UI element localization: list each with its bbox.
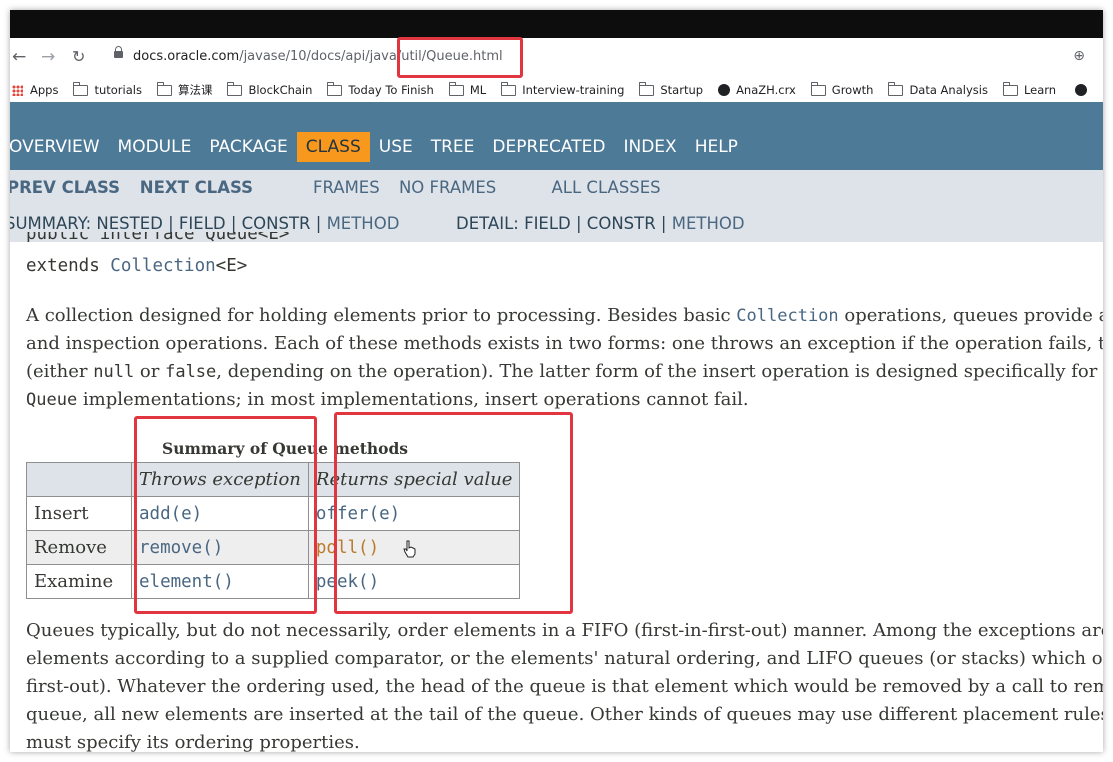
ordering-line: Queues typically, but do not necessarily… <box>26 620 1103 641</box>
throws-column-highlight-box <box>134 416 317 614</box>
bookmark-data-analysis[interactable]: Data Analysis <box>888 81 988 97</box>
folder-icon <box>448 81 464 96</box>
nav-index[interactable]: INDEX <box>614 132 685 162</box>
folder-icon <box>501 81 517 96</box>
nav-module[interactable]: MODULE <box>109 132 201 162</box>
summary-label: SUMMARY: NESTED | FIELD | CONSTR | <box>10 214 327 233</box>
intro-paragraph: A collection designed for holding elemen… <box>26 302 1103 414</box>
window-top-bar <box>10 10 1103 38</box>
bookmark-label: BlockChain <box>248 83 313 97</box>
bookmark-label: AnaZH.crx <box>736 83 796 97</box>
bookmark-blockchain[interactable]: BlockChain <box>227 81 313 97</box>
folder-icon <box>73 81 89 96</box>
all-classes-link[interactable]: ALL CLASSES <box>552 178 661 197</box>
nav-class[interactable]: CLASS <box>296 132 370 162</box>
javadoc-top-nav: OVERVIEW MODULE PACKAGE CLASS USE TREE D… <box>10 102 1103 180</box>
bookmark-apps[interactable]: Apps <box>12 83 58 97</box>
detail-label: DETAIL: FIELD | CONSTR | <box>456 214 672 233</box>
bookmark-label: Apps <box>30 83 59 97</box>
reload-icon[interactable]: ↻ <box>72 47 85 67</box>
bookmark-tutorials[interactable]: tutorials <box>73 81 142 97</box>
nav-use[interactable]: USE <box>370 132 422 162</box>
row-label: Insert <box>26 496 132 531</box>
returns-column-highlight-box <box>334 412 573 614</box>
summary-method-link[interactable]: METHOD <box>327 214 400 233</box>
bookmark-startup[interactable]: Startup <box>639 81 704 97</box>
type-param: <E> <box>215 256 248 276</box>
summary-row: SUMMARY: NESTED | FIELD | CONSTR | METHO… <box>10 214 399 233</box>
intro-line: (either null or false, depending on the … <box>26 361 1103 382</box>
intro-line: A collection designed for holding elemen… <box>26 305 1103 326</box>
bookmark-anazh[interactable]: AnaZH.crx <box>718 83 796 97</box>
nav-help[interactable]: HELP <box>686 132 747 162</box>
url-host: docs.oracle.com <box>133 49 240 64</box>
intro-line: Queue implementations; in most implement… <box>26 389 749 410</box>
forward-arrow-icon[interactable]: → <box>41 47 55 67</box>
hand-cursor-icon <box>403 540 416 558</box>
intro-line: and inspection operations. Each of these… <box>26 333 1103 354</box>
next-class-link[interactable]: NEXT CLASS <box>140 178 253 197</box>
url-highlight-box <box>397 37 523 78</box>
nav-row: OVERVIEW MODULE PACKAGE CLASS USE TREE D… <box>10 132 747 162</box>
row-label: Examine <box>26 564 132 599</box>
nav-overview[interactable]: OVERVIEW <box>10 132 109 162</box>
bookmark-label: Today To Finish <box>348 83 434 97</box>
row-label: Remove <box>26 530 132 565</box>
interface-signature: public interface Queue<E> <box>26 232 289 242</box>
table-header-cell <box>26 462 132 497</box>
bookmark-label: Startup <box>660 83 704 97</box>
globe-icon[interactable] <box>1075 84 1088 96</box>
bookmark-interview-training[interactable]: Interview-training <box>501 81 625 97</box>
zoom-icon[interactable]: ⊕ <box>1073 48 1085 64</box>
folder-icon <box>227 81 243 96</box>
class-nav-row: PREV CLASS NEXT CLASS <box>10 178 253 197</box>
folder-icon <box>1002 81 1018 96</box>
collection-link[interactable]: Collection <box>736 306 838 326</box>
bookmark-label: tutorials <box>94 83 142 97</box>
frames-row: FRAMES NO FRAMES ALL CLASSES <box>313 178 661 197</box>
ordering-line: elements according to a supplied compara… <box>26 648 1103 669</box>
bookmark-label: Growth <box>831 83 874 97</box>
bookmarks-bar: Apps tutorials 算法课 BlockChain Today To F… <box>10 78 1103 102</box>
no-frames-link[interactable]: NO FRAMES <box>399 178 496 197</box>
bookmark-label: Interview-training <box>522 83 625 97</box>
nav-deprecated[interactable]: DEPRECATED <box>483 132 614 162</box>
bookmark-algorithms[interactable]: 算法课 <box>156 81 213 98</box>
detail-row: DETAIL: FIELD | CONSTR | METHOD <box>456 214 745 233</box>
bookmark-label: ML <box>469 83 487 97</box>
lock-icon <box>114 46 123 58</box>
nav-tree[interactable]: TREE <box>422 132 484 162</box>
folder-icon <box>639 81 655 96</box>
nav-package[interactable]: PACKAGE <box>200 132 296 162</box>
bookmark-ml[interactable]: ML <box>448 81 487 97</box>
detail-method-link[interactable]: METHOD <box>672 214 745 233</box>
address-bar: ← → ↻ docs.oracle.com/javase/10/docs/api… <box>10 38 1103 78</box>
bookmark-learn[interactable]: Learn <box>1002 81 1057 97</box>
folder-icon <box>888 81 904 96</box>
extends-line: extends Collection<E> <box>26 256 247 276</box>
ordering-paragraph: Queues typically, but do not necessarily… <box>26 617 1103 752</box>
ordering-line: must specify its ordering properties. <box>26 732 360 752</box>
folder-icon <box>156 81 172 96</box>
folder-icon <box>810 81 826 96</box>
folder-icon <box>327 81 343 96</box>
back-arrow-icon[interactable]: ← <box>12 47 26 67</box>
bookmark-label: 算法课 <box>177 83 213 97</box>
bookmark-today-to-finish[interactable]: Today To Finish <box>327 81 434 97</box>
apps-grid-icon <box>12 84 23 96</box>
prev-class-link[interactable]: PREV CLASS <box>10 178 120 197</box>
frames-link[interactable]: FRAMES <box>313 178 380 197</box>
ordering-line: queue, all new elements are inserted at … <box>26 704 1103 725</box>
collection-link[interactable]: Collection <box>110 256 215 276</box>
bookmark-growth[interactable]: Growth <box>810 81 874 97</box>
ordering-line: first-out). Whatever the ordering used, … <box>26 676 1103 697</box>
globe-icon <box>718 84 731 96</box>
extends-keyword: extends <box>26 256 111 276</box>
signature-text: public interface Queue<E> <box>26 232 290 242</box>
bookmark-label: Learn <box>1023 83 1057 97</box>
screenshot-frame: ← → ↻ docs.oracle.com/javase/10/docs/api… <box>10 10 1103 752</box>
bookmark-label: Data Analysis <box>909 83 988 97</box>
